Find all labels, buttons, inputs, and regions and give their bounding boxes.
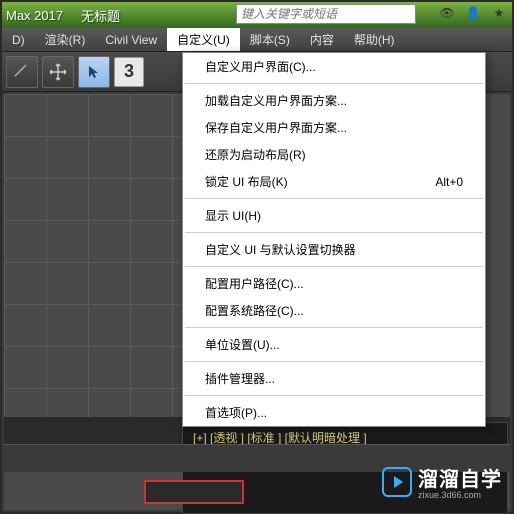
- title-icons: 👁 👤 ★: [438, 4, 508, 22]
- shortcut: Alt+0: [435, 175, 463, 189]
- menu-bar: D) 渲染(R) Civil View 自定义(U) 脚本(S) 内容 帮助(H…: [2, 28, 512, 52]
- menu-save-scheme[interactable]: 保存自定义用户界面方案...: [183, 114, 485, 141]
- customize-dropdown: 自定义用户界面(C)... 加载自定义用户界面方案... 保存自定义用户界面方案…: [182, 52, 486, 427]
- watermark-text: 溜溜自学: [418, 463, 502, 492]
- doc-name: 无标题: [81, 6, 120, 25]
- viewport-grid[interactable]: [4, 94, 182, 424]
- separator: [185, 361, 483, 362]
- separator: [185, 198, 483, 199]
- binoculars-icon[interactable]: 👁: [438, 4, 456, 22]
- menu-render[interactable]: 渲染(R): [35, 28, 96, 51]
- watermark: 溜溜自学 zixue.3d66.com: [382, 463, 502, 500]
- viewport-label: [+] [透视 ] [标准 ] [默认明暗处理 ]: [193, 431, 367, 445]
- user-icon[interactable]: 👤: [464, 4, 482, 22]
- menu-load-scheme[interactable]: 加载自定义用户界面方案...: [183, 87, 485, 114]
- play-icon: [382, 467, 412, 497]
- menu-script[interactable]: 脚本(S): [240, 28, 300, 51]
- menu-d[interactable]: D): [2, 28, 35, 51]
- menu-show-ui[interactable]: 显示 UI(H): [183, 202, 485, 229]
- menu-civil-view[interactable]: Civil View: [95, 28, 167, 51]
- tool-select-icon[interactable]: [78, 56, 110, 88]
- menu-user-paths[interactable]: 配置用户路径(C)...: [183, 270, 485, 297]
- tool-number[interactable]: 3: [114, 57, 144, 87]
- title-bar: Max 2017 无标题 👁 👤 ★: [2, 2, 512, 28]
- menu-custom-ui[interactable]: 自定义用户界面(C)...: [183, 53, 485, 80]
- tool-link-icon[interactable]: [6, 56, 38, 88]
- menu-units-setup[interactable]: 单位设置(U)...: [183, 331, 485, 358]
- separator: [185, 395, 483, 396]
- menu-preferences[interactable]: 首选项(P)...: [183, 399, 485, 426]
- tool-move-icon[interactable]: [42, 56, 74, 88]
- search-input[interactable]: [236, 4, 416, 24]
- separator: [185, 266, 483, 267]
- menu-content[interactable]: 内容: [300, 28, 344, 51]
- menu-ui-switcher[interactable]: 自定义 UI 与默认设置切换器: [183, 236, 485, 263]
- menu-restore-layout[interactable]: 还原为启动布局(R): [183, 141, 485, 168]
- menu-lock-layout[interactable]: 锁定 UI 布局(K)Alt+0: [183, 168, 485, 195]
- timeline-indicator[interactable]: [144, 480, 244, 504]
- menu-customize[interactable]: 自定义(U): [167, 28, 240, 51]
- menu-plugin-manager[interactable]: 插件管理器...: [183, 365, 485, 392]
- separator: [185, 327, 483, 328]
- favorite-icon[interactable]: ★: [490, 4, 508, 22]
- app-name: Max 2017: [6, 8, 63, 23]
- menu-help[interactable]: 帮助(H): [344, 28, 405, 51]
- separator: [185, 83, 483, 84]
- menu-system-paths[interactable]: 配置系统路径(C)...: [183, 297, 485, 324]
- separator: [185, 232, 483, 233]
